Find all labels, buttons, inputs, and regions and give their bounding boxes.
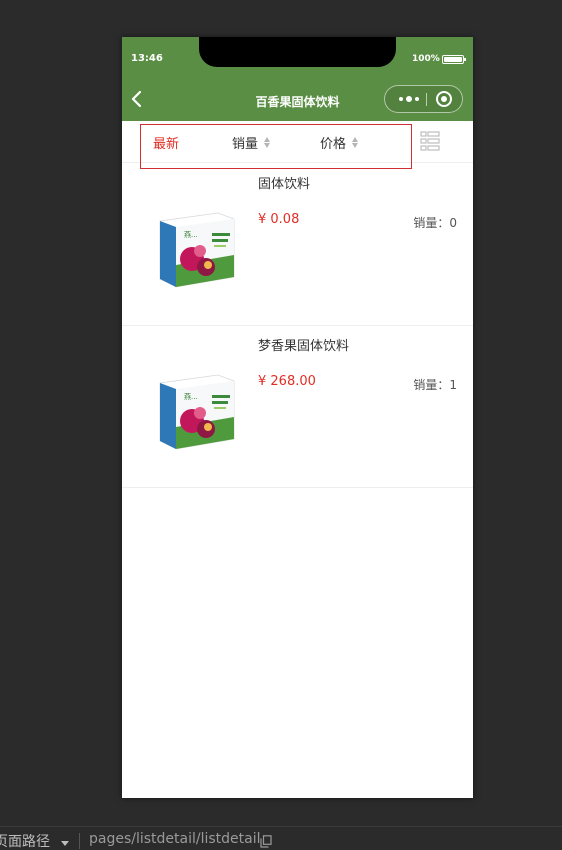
close-target-icon[interactable]: [436, 91, 452, 107]
page-path-label: 页面路径: [0, 834, 50, 850]
chevron-down-icon[interactable]: [61, 841, 69, 846]
product-sales: 销量：1: [413, 378, 457, 392]
sort-sales[interactable]: 销量: [232, 133, 271, 152]
battery-icon: [442, 55, 466, 64]
phone-screen: 13:46 100% 百香果固体饮料 最新 销量 价格 燕... 固体饮料 ¥ …: [122, 37, 473, 798]
devtools-path-bar: 页面路径 pages/listdetail/listdetail: [0, 826, 562, 850]
more-dots-icon[interactable]: [395, 86, 423, 112]
svg-text:燕...: 燕...: [184, 230, 198, 239]
battery-percent: 100%: [412, 54, 440, 64]
sort-arrows-icon: [352, 137, 359, 148]
header: 13:46 100% 百香果固体饮料: [122, 37, 473, 121]
product-image: 燕...: [152, 365, 238, 455]
divider: [79, 833, 80, 849]
sort-bar: 最新 销量 价格: [122, 121, 473, 169]
notch: [199, 37, 396, 67]
product-card[interactable]: 燕... 固体饮料 ¥ 0.08 销量：0: [122, 163, 473, 326]
sort-sales-label: 销量: [232, 137, 259, 152]
sort-newest[interactable]: 最新: [153, 133, 179, 152]
product-price: ¥ 268.00: [258, 374, 316, 389]
status-time: 13:46: [131, 53, 163, 64]
product-price: ¥ 0.08: [258, 212, 300, 227]
sort-price[interactable]: 价格: [320, 133, 359, 152]
menu-capsule: [384, 85, 463, 113]
list-view-toggle-icon[interactable]: [420, 131, 440, 151]
product-card[interactable]: 燕... 梦香果固体饮料 ¥ 268.00 销量：1: [122, 325, 473, 488]
product-image: 燕...: [152, 203, 238, 293]
capsule-divider: [426, 93, 427, 106]
svg-text:燕...: 燕...: [184, 392, 198, 401]
sort-newest-label: 最新: [153, 137, 180, 152]
copy-icon[interactable]: [260, 835, 272, 848]
product-name: 梦香果固体饮料: [258, 339, 350, 354]
sort-arrows-icon: [264, 137, 271, 148]
sort-price-label: 价格: [320, 137, 347, 152]
product-name: 固体饮料: [258, 177, 311, 192]
page-path-value: pages/listdetail/listdetail: [89, 831, 261, 847]
product-sales: 销量：0: [413, 216, 457, 230]
